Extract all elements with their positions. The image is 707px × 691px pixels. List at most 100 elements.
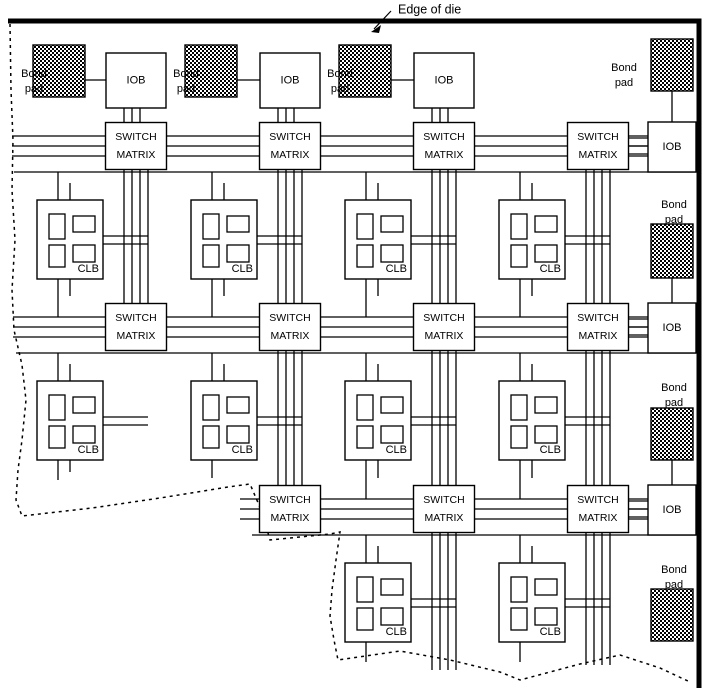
clb-inner-element-4 — [380, 425, 404, 444]
clb-label: CLB — [386, 626, 407, 638]
iob-label: IOB — [435, 74, 454, 86]
switch-matrix-label-line2: MATRIX — [117, 149, 156, 161]
vbus-c1-top — [123, 108, 141, 123]
pad-right-2: Bond pad — [650, 199, 694, 279]
vbus-c4-r1r2 — [585, 170, 611, 304]
clb-inner-element-2 — [356, 425, 374, 449]
switch-matrix-label-line2: MATRIX — [579, 330, 618, 342]
vbus-c2-r1r2 — [277, 170, 303, 304]
clb-r2c3: CLB — [344, 380, 412, 461]
bond-pad-label-line2: pad — [25, 83, 43, 95]
sm-r2c3: SWITCH MATRIX — [412, 302, 476, 352]
switch-matrix-label-line1: SWITCH — [577, 131, 618, 143]
pad-right-3: Bond pad — [650, 382, 694, 461]
iob-label: IOB — [127, 74, 146, 86]
clb-r1c4: CLB — [498, 199, 566, 280]
iob-right-3: IOB — [647, 484, 697, 536]
sm-r3c3: SWITCH MATRIX — [412, 484, 476, 534]
sm-r2c2: SWITCH MATRIX — [258, 302, 322, 352]
switch-matrix-label-line2: MATRIX — [579, 149, 618, 161]
clb-inner-element-4 — [72, 244, 96, 263]
switch-matrix-box — [412, 302, 476, 352]
clb-inner-element-2 — [356, 244, 374, 268]
clb-inner-element-2 — [510, 244, 528, 268]
clb-inner-element-3 — [534, 215, 558, 233]
clb-label: CLB — [540, 444, 561, 456]
switch-matrix-box — [566, 302, 630, 352]
bond-pad-label-line1: Bond — [661, 564, 687, 576]
switch-matrix-label-line1: SWITCH — [423, 131, 464, 143]
sm-r1c4: SWITCH MATRIX — [566, 121, 630, 171]
bond-pad-label-line1: Bond — [21, 68, 47, 80]
switch-matrix-label-line2: MATRIX — [271, 512, 310, 524]
switch-matrix-label-line2: MATRIX — [425, 330, 464, 342]
clb-inner-element-4 — [380, 607, 404, 626]
clb-inner-element-4 — [226, 244, 250, 263]
bond-pad-label-line2: pad — [665, 397, 683, 409]
clb-r1c3: CLB — [344, 199, 412, 280]
switch-matrix-label-line1: SWITCH — [423, 312, 464, 324]
switch-matrix-label-line1: SWITCH — [577, 494, 618, 506]
iob-top-2: IOB — [259, 52, 321, 109]
switch-matrix-box — [258, 302, 322, 352]
clb-group: CLB CLB CLB CLB CLB CLB CLB CLB CLB CLB — [36, 199, 566, 643]
clb-inner-element-1 — [48, 394, 66, 421]
vbus-c3-r2r3 — [431, 351, 457, 486]
switch-matrix-label-line1: SWITCH — [423, 494, 464, 506]
vbus-c3-r1r2 — [431, 170, 457, 304]
clb-inner-element-2 — [48, 244, 66, 268]
switch-matrix-label-line2: MATRIX — [271, 149, 310, 161]
bond-pad-label-line2: pad — [665, 579, 683, 591]
clb-label: CLB — [232, 444, 253, 456]
sm-r1c3: SWITCH MATRIX — [412, 121, 476, 171]
vbus-c3-top — [431, 108, 449, 123]
clb-inner-element-4 — [534, 244, 558, 263]
sm-r3c2: SWITCH MATRIX — [258, 484, 322, 534]
bond-pad-label-line2: pad — [177, 83, 195, 95]
switch-matrix-box — [566, 121, 630, 171]
switch-matrix-label-line1: SWITCH — [115, 131, 156, 143]
clb-label: CLB — [386, 444, 407, 456]
bond-pad-label-line1: Bond — [327, 68, 353, 80]
clb-r2c1: CLB — [36, 380, 104, 461]
iob-label: IOB — [663, 141, 682, 153]
bond-pad-rect — [650, 588, 694, 642]
sm-r1c1: SWITCH MATRIX — [104, 121, 168, 171]
clb-inner-element-2 — [202, 244, 220, 268]
clb-r3c3: CLB — [344, 562, 412, 643]
switch-matrix-box — [258, 484, 322, 534]
pad-top-3: Bond pad — [327, 44, 392, 98]
switch-matrix-label-line2: MATRIX — [271, 330, 310, 342]
sm-r1c2: SWITCH MATRIX — [258, 121, 322, 171]
edge-of-die-label: Edge of die — [398, 2, 461, 16]
clb-inner-element-2 — [510, 607, 528, 631]
sm-r2c1: SWITCH MATRIX — [104, 302, 168, 352]
switch-matrix-box — [412, 484, 476, 534]
clb-inner-element-4 — [72, 425, 96, 444]
clb-inner-element-3 — [380, 215, 404, 233]
vbus-c2-top — [277, 108, 295, 123]
iob-top-1: IOB — [105, 52, 167, 109]
iob-label: IOB — [663, 504, 682, 516]
switch-matrix-box — [104, 121, 168, 171]
clb-inner-element-1 — [510, 576, 528, 603]
sm-r3c4: SWITCH MATRIX — [566, 484, 630, 534]
bond-pad-rect — [650, 407, 694, 461]
clb-inner-element-4 — [534, 607, 558, 626]
iob-label: IOB — [663, 322, 682, 334]
clb-inner-element-4 — [226, 425, 250, 444]
clb-label: CLB — [78, 444, 99, 456]
clb-label: CLB — [540, 626, 561, 638]
clb-inner-element-3 — [72, 396, 96, 414]
clb-inner-element-1 — [510, 394, 528, 421]
clb-inner-element-3 — [72, 215, 96, 233]
clb-r2c2: CLB — [190, 380, 258, 461]
clb-r3c4: CLB — [498, 562, 566, 643]
bond-pad-label-line1: Bond — [611, 62, 637, 74]
sm-r2c4: SWITCH MATRIX — [566, 302, 630, 352]
switch-matrix-label-line1: SWITCH — [269, 312, 310, 324]
iob-right-2: IOB — [647, 302, 697, 354]
pad-top-1: Bond pad — [21, 44, 86, 98]
switch-matrix-box — [258, 121, 322, 171]
bond-pad-label-line2: pad — [331, 83, 349, 95]
